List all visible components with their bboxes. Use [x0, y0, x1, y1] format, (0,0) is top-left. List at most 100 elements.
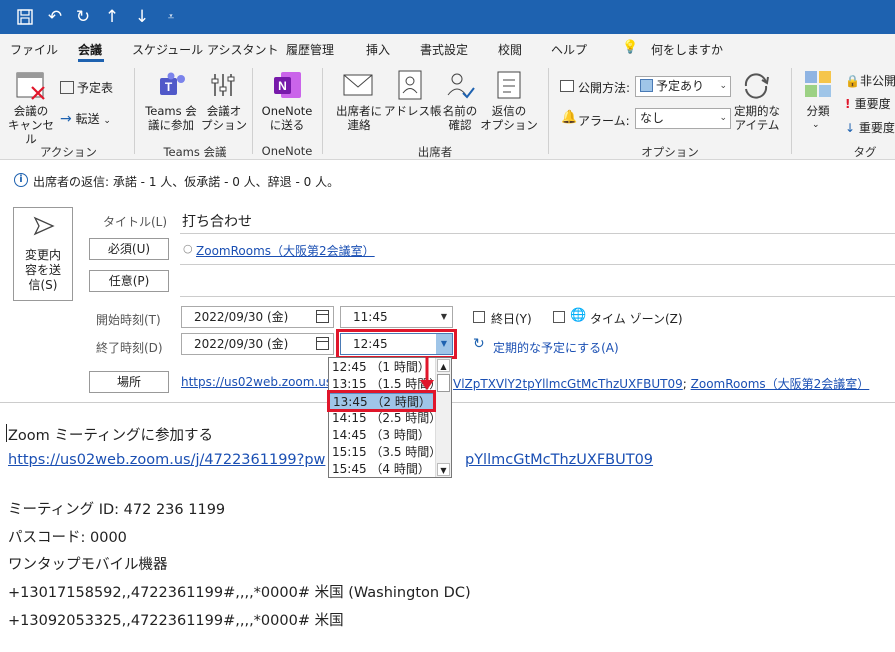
reminder-value: なし	[640, 111, 665, 125]
scroll-down-icon[interactable]: ▼	[437, 463, 450, 476]
time-option[interactable]: 14:45 （3 時間）	[329, 427, 436, 444]
scroll-thumb[interactable]	[437, 374, 450, 392]
svg-text:T: T	[165, 80, 173, 94]
forward-button[interactable]: → 転送 ⌄	[60, 110, 111, 127]
customize-icon[interactable]: ⩡	[160, 6, 182, 28]
dropdown-scrollbar[interactable]: ▲ ▼	[435, 358, 451, 477]
tab-tracking[interactable]: 履歴管理	[286, 41, 334, 58]
body-phone-1: +13017158592,,4722361199#,,,,*0000# 米国 (…	[8, 585, 471, 601]
reminder-select[interactable]: なし ⌄	[635, 108, 731, 129]
undo-icon[interactable]: ↶	[44, 6, 66, 28]
optional-button[interactable]: 任意(P)	[89, 270, 169, 292]
calendar-label: 予定表	[77, 81, 114, 95]
location-room[interactable]: ZoomRooms（大阪第2会議室）	[691, 377, 870, 391]
categorize-button[interactable]: 分類	[800, 104, 836, 118]
location-button[interactable]: 場所	[89, 371, 169, 393]
start-label: 開始時刻(T)	[96, 313, 161, 327]
check-names-button[interactable]: 名前の 確認	[436, 104, 484, 132]
show-as-label: 公開方法:	[578, 81, 631, 95]
response-options-button[interactable]: 返信の オプション	[478, 104, 540, 132]
address-book-icon	[396, 69, 424, 105]
time-zone-checkbox[interactable]	[553, 311, 565, 323]
tell-me-search[interactable]: 何をしますか	[651, 41, 723, 58]
tab-meeting[interactable]: 会議	[78, 41, 102, 58]
tab-format[interactable]: 書式設定	[420, 41, 468, 58]
time-zone-label: タイム ゾーン(Z)	[590, 312, 683, 326]
low-importance-label: 重要度	[858, 121, 895, 135]
chevron-down-icon: ⌄	[103, 116, 111, 126]
cancel-meeting-button[interactable]: 会議の キャンセル	[6, 104, 56, 146]
start-date-picker[interactable]: 2022/09/30 (金)	[181, 306, 334, 328]
show-as-select[interactable]: 予定あり ⌄	[635, 76, 731, 97]
calendar-icon	[316, 310, 329, 323]
body-meeting-id: ミーティング ID: 472 236 1199	[8, 502, 226, 518]
tab-review[interactable]: 校閲	[498, 41, 522, 58]
title-label: タイトル(L)	[103, 215, 168, 229]
info-icon: i	[14, 173, 28, 187]
divider	[180, 296, 895, 297]
teams-join-button[interactable]: Teams 会 議に参加	[142, 104, 200, 132]
group-actions: アクション	[40, 145, 97, 159]
body-join-link-end[interactable]: pYllmcGtMcThzUXFBUT09	[465, 452, 653, 468]
send-update-button[interactable]: 変更内 容を送 信(S)	[13, 207, 73, 301]
scroll-up-icon[interactable]: ▲	[437, 359, 450, 372]
group-onenote: OneNote	[261, 144, 313, 158]
categorize-icon	[804, 70, 832, 102]
end-label: 終了時刻(D)	[96, 341, 163, 355]
high-importance-button[interactable]: ! 重要度	[845, 95, 891, 112]
down-icon[interactable]: ↓	[131, 6, 153, 28]
redo-icon[interactable]: ↻	[72, 6, 94, 28]
tab-help[interactable]: ヘルプ	[551, 41, 587, 58]
title-input[interactable]: 打ち合わせ	[182, 211, 252, 231]
contact-attendees-button[interactable]: 出席者に 連絡	[333, 104, 385, 132]
bell-icon: 🔔	[561, 110, 578, 125]
location-link-end[interactable]: VlZpTXVlY2tpYllmcGtMcThzUXFBUT09	[453, 377, 683, 391]
up-icon[interactable]: ↑	[101, 6, 123, 28]
time-option[interactable]: 14:15 （2.5 時間）	[329, 410, 441, 427]
onenote-button[interactable]: OneNote に送る	[257, 104, 317, 132]
tab-insert[interactable]: 挿入	[366, 41, 390, 58]
send-update-label: 変更内 容を送 信(S)	[24, 248, 61, 292]
group-tags: タグ	[853, 145, 877, 159]
show-as-icon	[560, 80, 574, 92]
tab-file[interactable]: ファイル	[10, 41, 58, 58]
time-option[interactable]: 15:15 （3.5 時間）	[329, 444, 441, 461]
location-link-start[interactable]: https://us02web.zoom.us/	[181, 375, 336, 389]
tab-scheduling-assistant[interactable]: スケジュール アシスタント	[132, 41, 279, 58]
meeting-options-button[interactable]: 会議オ プション	[200, 104, 248, 132]
private-label: 非公開	[859, 74, 895, 88]
address-book-button[interactable]: アドレス帳	[384, 104, 442, 118]
all-day-checkbox[interactable]	[473, 311, 485, 323]
chevron-down-icon: ⌄	[719, 81, 727, 91]
required-button[interactable]: 必須(U)	[89, 238, 169, 260]
end-date-value: 2022/09/30 (金)	[194, 337, 289, 351]
low-importance-button[interactable]: ↓ 重要度	[845, 119, 895, 136]
separator	[322, 68, 323, 154]
calendar-icon	[60, 81, 74, 94]
start-date-value: 2022/09/30 (金)	[194, 310, 289, 324]
recurrence-button[interactable]: 定期的な アイテム	[729, 104, 785, 132]
save-icon[interactable]	[14, 6, 36, 28]
separator	[252, 68, 253, 154]
exclamation-icon: !	[845, 97, 855, 111]
menu-bar: ファイル 会議 スケジュール アシスタント 履歴管理 挿入 書式設定 校閲 ヘル…	[0, 34, 895, 62]
start-time-value: 11:45	[353, 310, 388, 324]
chevron-down-icon: ⌄	[719, 113, 727, 123]
make-recurring-link[interactable]: 定期的な予定にする(A)	[493, 339, 619, 356]
recurrence-icon	[740, 70, 772, 106]
body-join-link-start[interactable]: https://us02web.zoom.us/j/4722361199?pw	[8, 452, 325, 468]
response-options-icon	[495, 70, 523, 104]
private-button[interactable]: 🔒非公開	[845, 72, 895, 89]
calendar-button[interactable]: 予定表	[60, 79, 113, 96]
text-cursor	[6, 424, 7, 442]
calendar-icon	[316, 337, 329, 350]
teams-icon: T	[156, 70, 188, 106]
forward-label: 転送	[75, 112, 100, 126]
start-time-select[interactable]: 11:45 ▼	[340, 306, 453, 328]
end-date-picker[interactable]: 2022/09/30 (金)	[181, 333, 334, 355]
cancel-meeting-icon	[14, 69, 48, 107]
location-value[interactable]: VlZpTXVlY2tpYllmcGtMcThzUXFBUT09; ZoomRo…	[453, 375, 869, 392]
required-attendee[interactable]: ZoomRooms（大阪第2会議室）	[196, 242, 375, 259]
time-option[interactable]: 15:45 （4 時間）	[329, 461, 436, 478]
globe-icon: 🌐	[570, 308, 587, 323]
